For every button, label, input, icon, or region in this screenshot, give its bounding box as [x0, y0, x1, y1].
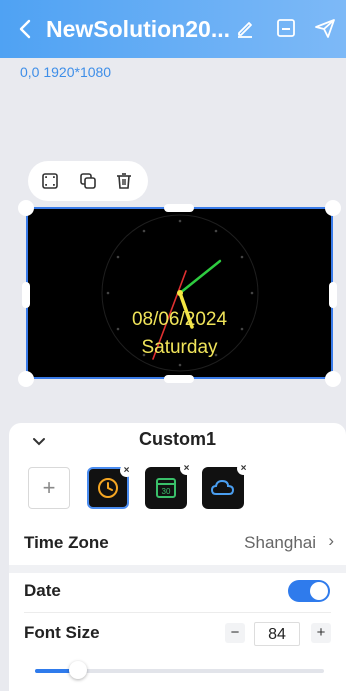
font-size-increase-button[interactable]: +	[311, 623, 331, 643]
page-title: NewSolution20...	[46, 16, 231, 42]
cloud-icon	[210, 479, 235, 495]
date-toggle[interactable]	[288, 580, 330, 602]
timezone-value: Shanghai	[244, 533, 316, 552]
publish-button[interactable]	[313, 16, 337, 40]
widget-tile-weather[interactable]: ×	[202, 462, 250, 509]
toggle-knob	[310, 582, 328, 600]
remove-tile-button[interactable]: ×	[237, 462, 250, 475]
resize-handle-top-left[interactable]	[18, 200, 34, 216]
canvas-coordinates: 0,0 1920*1080	[20, 64, 112, 80]
pencil-icon	[238, 22, 252, 38]
element-toolbar	[28, 161, 148, 201]
fullscreen-button[interactable]	[40, 171, 60, 191]
panel-title: Custom1	[138, 429, 216, 449]
properties-panel: Custom1 + × 30 × × Time Zone Shanghai › …	[9, 423, 346, 691]
date-label: Date	[24, 581, 61, 600]
resize-handle-top[interactable]	[164, 204, 194, 212]
back-button[interactable]	[14, 14, 38, 44]
font-size-slider[interactable]	[35, 661, 324, 679]
resize-handle-bottom-left[interactable]	[18, 371, 34, 387]
clock-day-text: Saturday	[141, 337, 218, 358]
slider-handle[interactable]	[69, 661, 88, 679]
save-icon	[277, 19, 295, 37]
save-button[interactable]	[274, 16, 298, 40]
font-size-row: Font Size − 84 +	[9, 621, 346, 651]
font-size-label: Font Size	[24, 623, 100, 642]
delete-button[interactable]	[114, 171, 134, 191]
send-icon	[315, 19, 335, 38]
remove-tile-button[interactable]: ×	[180, 462, 193, 475]
resize-handle-bottom[interactable]	[164, 375, 194, 383]
resize-handle-bottom-right[interactable]	[325, 371, 341, 387]
resize-handle-left[interactable]	[22, 282, 30, 308]
date-row: Date	[9, 579, 346, 609]
edit-button[interactable]	[233, 16, 257, 40]
add-widget-button[interactable]: +	[28, 467, 70, 509]
remove-tile-button[interactable]: ×	[120, 464, 133, 477]
section-divider	[9, 565, 346, 573]
timezone-label: Time Zone	[24, 533, 109, 552]
resize-handle-right[interactable]	[329, 282, 337, 308]
copy-button[interactable]	[78, 171, 98, 191]
font-size-decrease-button[interactable]: −	[225, 623, 245, 643]
chevron-right-icon: ›	[328, 531, 334, 550]
delete-icon	[117, 173, 131, 189]
widget-tile-calendar[interactable]: 30 ×	[145, 462, 193, 509]
widget-tile-clock[interactable]: ×	[87, 464, 133, 509]
timezone-row[interactable]: Time Zone Shanghai ›	[9, 531, 346, 561]
row-divider	[24, 612, 331, 613]
calendar-icon: 30	[156, 478, 176, 498]
app-header: NewSolution20...	[0, 0, 346, 58]
copy-icon	[80, 173, 96, 189]
chevron-left-icon	[19, 19, 31, 39]
fullscreen-icon	[42, 173, 58, 189]
resize-handle-top-right[interactable]	[325, 200, 341, 216]
font-size-input[interactable]: 84	[254, 622, 300, 646]
svg-text:30: 30	[162, 487, 171, 496]
clock-widget-preview[interactable]: 08/06/2024 Saturday	[26, 207, 333, 379]
clock-date-text: 08/06/2024	[131, 309, 228, 330]
